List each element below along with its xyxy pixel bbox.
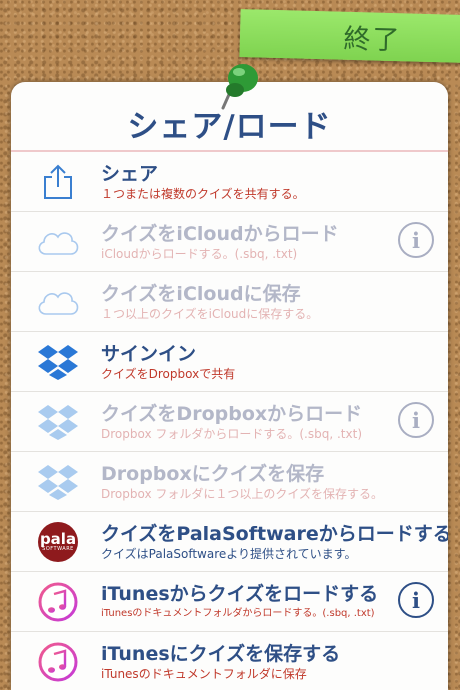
- itunes-save-title: iTunesにクイズを保存する: [101, 642, 341, 665]
- share-row[interactable]: シェア １つまたは複数のクイズを共有する。: [11, 152, 448, 212]
- cloud-icon: [29, 272, 87, 331]
- icloud-save-subtitle: １つ以上のクイズをiCloudに保存する。: [101, 306, 319, 321]
- icloud-load-subtitle: iCloudからロードする。(.sbq, .txt): [101, 246, 298, 261]
- dropbox-save-row[interactable]: Dropboxにクイズを保存 Dropbox フォルダに１つ以上のクイズを保存す…: [11, 452, 448, 512]
- itunes-load-title: iTunesからクイズをロードする: [101, 582, 379, 605]
- itunes-icon: [29, 572, 87, 631]
- share-load-panel: シェア/ロード シェア １つまたは複数のクイズを共有する。 クイズをiCloud…: [11, 82, 448, 690]
- dropbox-icon: [29, 332, 87, 391]
- pala-logo-tagline: SOFTWARE: [42, 545, 74, 552]
- itunes-save-subtitle: iTunesのドキュメントフォルダに保存: [101, 666, 307, 681]
- dropbox-info-button[interactable]: i: [398, 402, 434, 438]
- dropbox-load-title: クイズをDropboxからロード: [101, 402, 363, 425]
- icloud-info-button[interactable]: i: [398, 222, 434, 258]
- pala-logo-word: pala: [39, 529, 77, 548]
- info-icon: i: [412, 407, 420, 433]
- dropbox-save-title: Dropboxにクイズを保存: [101, 462, 325, 485]
- done-button[interactable]: 終了: [239, 9, 460, 63]
- icloud-load-title: クイズをiCloudからロード: [101, 222, 339, 245]
- dropbox-signin-row[interactable]: サインイン クイズをDropboxで共有: [11, 332, 448, 392]
- cloud-icon: [29, 212, 87, 271]
- share-subtitle: １つまたは複数のクイズを共有する。: [101, 186, 305, 201]
- done-label: 終了: [343, 23, 402, 56]
- icloud-save-row[interactable]: クイズをiCloudに保存 １つ以上のクイズをiCloudに保存する。: [11, 272, 448, 332]
- dropbox-icon: [29, 392, 87, 451]
- itunes-icon: [29, 632, 87, 690]
- palasoftware-load-subtitle: クイズはPalaSoftwareより提供されています。: [101, 546, 357, 561]
- palasoftware-load-title: クイズをPalaSoftwareからロードする: [101, 522, 448, 545]
- dropbox-signin-title: サインイン: [101, 342, 197, 365]
- icloud-save-title: クイズをiCloudに保存: [101, 282, 301, 305]
- info-icon: i: [412, 587, 420, 613]
- icloud-load-row[interactable]: クイズをiCloudからロード iCloudからロードする。(.sbq, .tx…: [11, 212, 448, 272]
- share-icon: [29, 152, 87, 211]
- info-icon: i: [412, 227, 420, 253]
- dropbox-load-subtitle: Dropbox フォルダからロードする。(.sbq, .txt): [101, 426, 362, 441]
- palasoftware-load-row[interactable]: pala SOFTWARE クイズをPalaSoftwareからロードする クイ…: [11, 512, 448, 572]
- itunes-load-subtitle: iTunesのドキュメントフォルダからロードする。(.sbq, .txt): [101, 607, 375, 619]
- itunes-info-button[interactable]: i: [398, 582, 434, 618]
- dropbox-signin-subtitle: クイズをDropboxで共有: [101, 366, 236, 381]
- share-title: シェア: [101, 162, 159, 185]
- dropbox-load-row[interactable]: クイズをDropboxからロード Dropbox フォルダからロードする。(.s…: [11, 392, 448, 452]
- dropbox-save-subtitle: Dropbox フォルダに１つ以上のクイズを保存する。: [101, 486, 384, 501]
- dropbox-icon: [29, 452, 87, 511]
- pushpin-icon: [221, 64, 258, 110]
- itunes-load-row[interactable]: iTunesからクイズをロードする iTunesのドキュメントフォルダからロード…: [11, 572, 448, 632]
- itunes-save-row[interactable]: iTunesにクイズを保存する iTunesのドキュメントフォルダに保存: [11, 632, 448, 690]
- palasoftware-logo: pala SOFTWARE: [29, 512, 87, 571]
